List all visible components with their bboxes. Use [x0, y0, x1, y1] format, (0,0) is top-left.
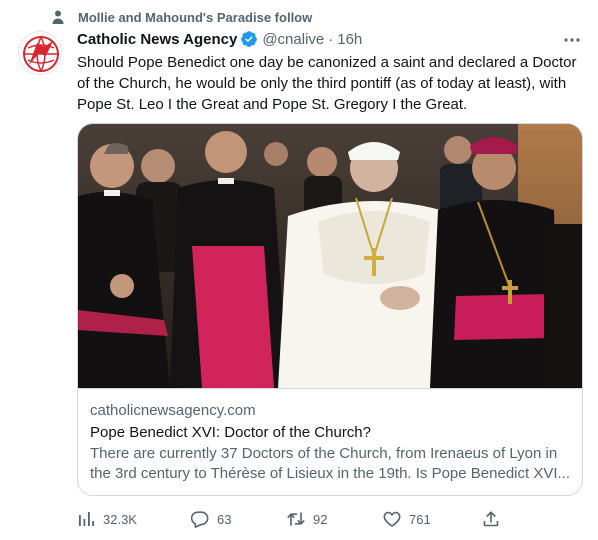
- social-context-text: Mollie and Mahound's Paradise follow: [78, 9, 313, 25]
- reply-button[interactable]: 63: [191, 507, 231, 531]
- card-image: [78, 124, 582, 388]
- verified-badge-icon: [240, 30, 258, 48]
- author-name[interactable]: Catholic News Agency: [77, 31, 237, 48]
- card-description: There are currently 37 Doctors of the Ch…: [90, 445, 570, 482]
- retweet-button[interactable]: 92: [287, 507, 327, 531]
- author-handle[interactable]: @cnalive: [262, 31, 324, 48]
- views-icon: [79, 512, 94, 526]
- share-button[interactable]: [482, 507, 500, 531]
- like-count: 761: [409, 511, 431, 527]
- views-button[interactable]: 32.3K: [77, 507, 137, 531]
- share-icon: [483, 511, 499, 527]
- social-context[interactable]: Mollie and Mahound's Paradise follow: [50, 9, 312, 25]
- retweet-icon: [287, 512, 305, 526]
- link-card[interactable]: catholicnewsagency.com Pope Benedict XVI…: [77, 123, 583, 496]
- tweet-header: Catholic News Agency @cnalive · 16h: [77, 29, 586, 49]
- card-title[interactable]: Pope Benedict XVI: Doctor of the Church?: [90, 423, 570, 443]
- cna-logo-icon: [23, 36, 59, 72]
- more-icon: [564, 38, 580, 42]
- like-button[interactable]: 761: [383, 507, 431, 531]
- card-domain: catholicnewsagency.com: [90, 402, 256, 419]
- more-options-button[interactable]: [562, 30, 582, 50]
- tweet-actions: 32.3K 63 92 761: [77, 507, 507, 531]
- avatar[interactable]: [18, 31, 62, 75]
- reply-icon: [191, 511, 209, 528]
- tweet-timestamp[interactable]: 16h: [337, 31, 362, 48]
- retweet-count: 92: [313, 511, 328, 527]
- card-meta: catholicnewsagency.com Pope Benedict XVI…: [78, 388, 582, 484]
- like-icon: [383, 511, 401, 527]
- separator-dot: ·: [328, 30, 334, 48]
- person-icon: [50, 9, 66, 25]
- reply-count: 63: [217, 511, 232, 527]
- tweet-text: Should Pope Benedict one day be canonize…: [77, 54, 577, 113]
- views-count: 32.3K: [103, 511, 137, 527]
